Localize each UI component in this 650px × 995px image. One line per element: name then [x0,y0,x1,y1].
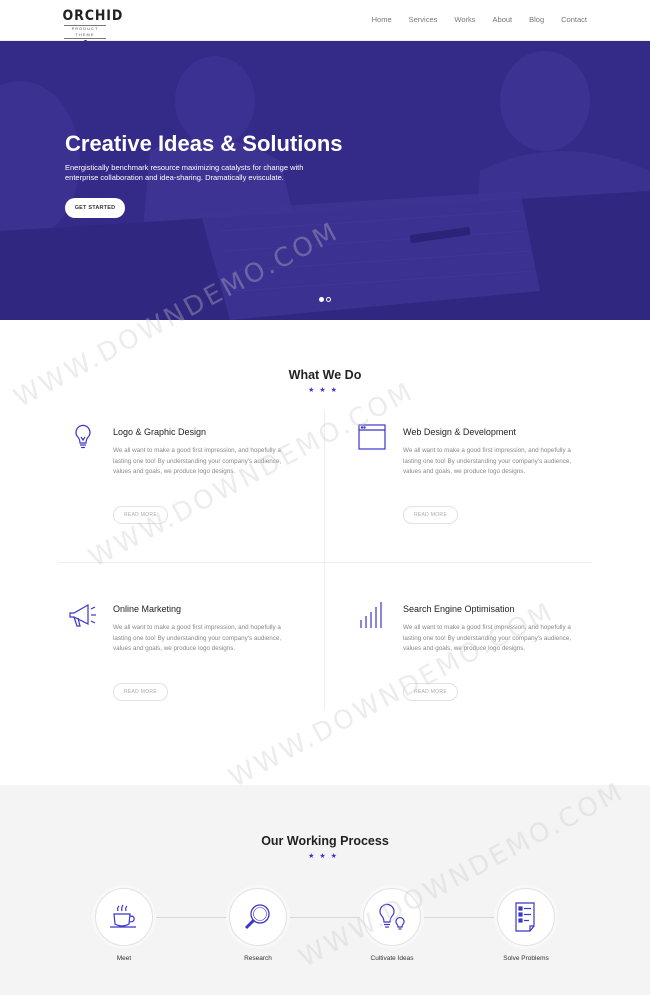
service-title: Web Design & Development [403,427,516,437]
site-header: ORCHID PRODUCT THEME Home Services Works… [0,0,650,43]
read-more-button[interactable]: READ MORE [113,506,168,524]
nav-home[interactable]: Home [372,15,392,24]
nav-about[interactable]: About [493,15,513,24]
what-we-do-title: What We Do [288,368,362,382]
coffee-cup-icon [110,904,136,928]
slider-pagination [319,297,331,302]
slider-dot-1[interactable] [319,297,324,302]
process-step-cultivate: Cultivate Ideas [352,888,432,962]
step-circle [229,888,287,946]
step-label: Meet [116,955,132,962]
process-step-research: Research [218,888,298,962]
slider-dot-2[interactable] [326,297,331,302]
magnifier-icon [244,904,270,930]
process-title: Our Working Process [261,834,389,848]
service-description: We all want to make a good first impress… [403,624,572,653]
logo-text: ORCHID [62,8,124,24]
process-connector-line [150,917,500,918]
service-web-design: Web Design & Development We all want to … [358,423,588,533]
step-label: Research [244,955,272,962]
read-more-button[interactable]: READ MORE [403,506,458,524]
checklist-icon [515,902,535,932]
hero-title: Creative Ideas & Solutions [65,131,343,156]
browser-window-icon [358,424,386,450]
service-title: Logo & Graphic Design [113,427,207,437]
process-step-meet: Meet [84,888,164,962]
bar-chart-icon [360,602,382,628]
service-title: Online Marketing [113,604,182,614]
step-label: Solve Problems [503,955,549,962]
lightbulb-icon [75,424,91,449]
step-circle [95,888,153,946]
step-circle [497,888,555,946]
nav-works[interactable]: Works [454,15,475,24]
light-bulbs-icon [379,903,405,930]
read-more-button[interactable]: READ MORE [403,683,458,701]
process-stars: ★★★ [308,853,342,860]
step-label: Cultivate Ideas [370,955,414,962]
service-logo-design: Logo & Graphic Design We all want to mak… [68,423,298,533]
services-horizontal-divider [58,562,592,563]
logo[interactable]: ORCHID PRODUCT THEME [60,8,124,43]
nav-contact[interactable]: Contact [561,15,587,24]
nav-blog[interactable]: Blog [529,15,544,24]
services-vertical-divider [324,410,325,710]
hero-description: Energistically benchmark resource maximi… [65,163,304,182]
hero-slider: Creative Ideas & Solutions Energisticall… [0,41,650,320]
logo-tagline: PRODUCT THEME [64,25,106,39]
read-more-button[interactable]: READ MORE [113,683,168,701]
service-title: Search Engine Optimisation [403,604,515,614]
nav-services[interactable]: Services [409,15,438,24]
megaphone-icon [69,603,96,627]
service-description: We all want to make a good first impress… [113,447,282,476]
service-seo: Search Engine Optimisation We all want t… [358,600,588,710]
step-circle [363,888,421,946]
get-started-button[interactable]: GET STARTED [65,198,125,218]
process-step-solve: Solve Problems [486,888,566,962]
main-nav: Home Services Works About Blog Contact [355,15,587,24]
service-description: We all want to make a good first impress… [403,447,572,476]
service-description: We all want to make a good first impress… [113,624,282,653]
service-online-marketing: Online Marketing We all want to make a g… [68,600,298,710]
what-we-do-stars: ★★★ [308,387,342,394]
